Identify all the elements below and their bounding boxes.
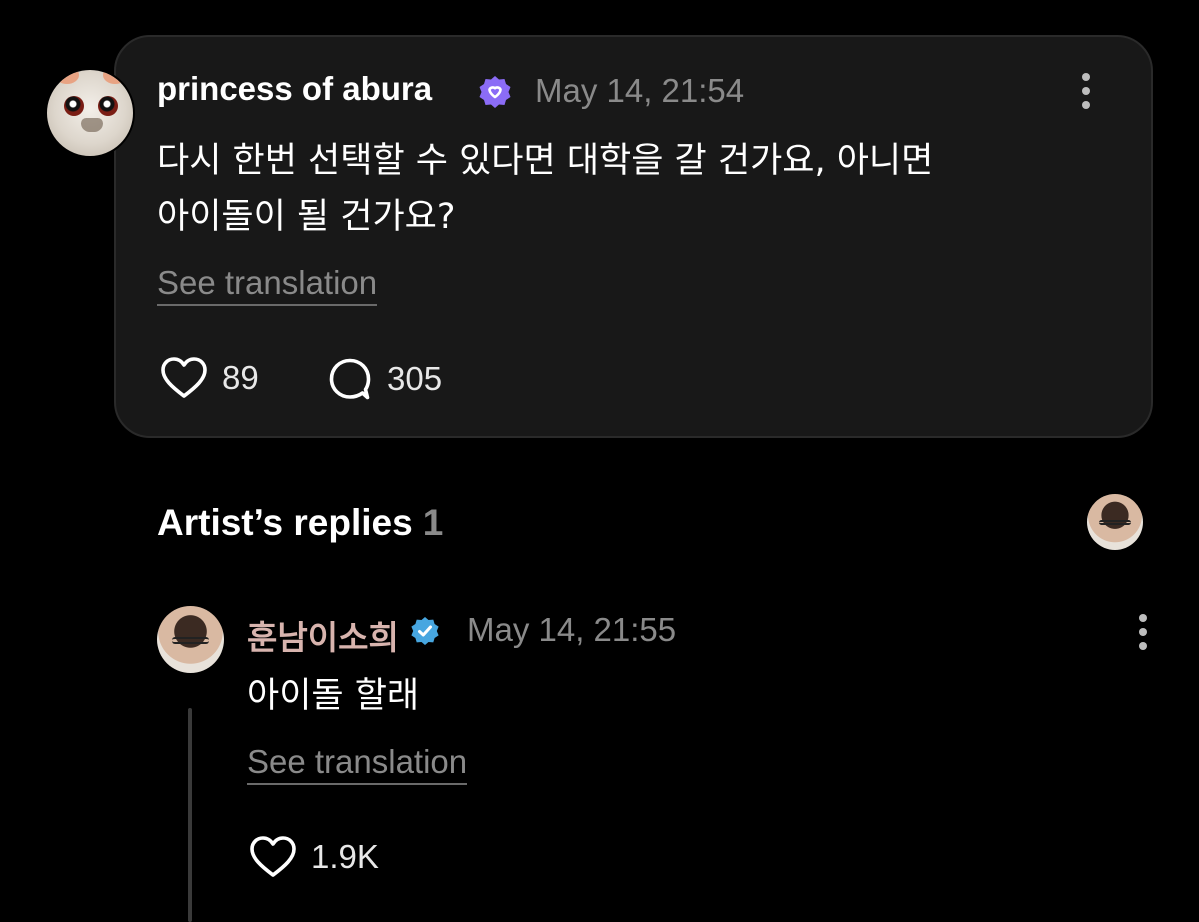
comment-bubble-icon <box>329 358 371 400</box>
post-text-line: 다시 한번 선택할 수 있다면 대학을 갈 건가요, 아니면 <box>157 141 934 181</box>
reply-timestamp: May 14, 21:55 <box>467 611 677 648</box>
avatar-ear <box>55 70 79 84</box>
artist-replies-title: Artist’s replies <box>157 502 413 543</box>
post-timestamp: May 14, 21:54 <box>535 72 745 109</box>
reply-author-avatar[interactable] <box>157 606 224 673</box>
post-text-line: 아이돌이 될 건가요? <box>157 197 456 237</box>
post-author-avatar[interactable] <box>45 68 135 158</box>
avatar-glasses <box>1099 519 1131 526</box>
artist-avatar-small[interactable] <box>1087 494 1143 550</box>
thread-line <box>188 708 192 922</box>
avatar-nose <box>81 118 103 132</box>
post-username[interactable]: princess of abura <box>157 70 432 108</box>
comment-button[interactable]: 305 <box>327 356 442 402</box>
like-count: 89 <box>222 359 259 396</box>
heart-icon <box>250 836 296 877</box>
like-button[interactable]: 1.9K <box>249 835 379 879</box>
avatar-glasses <box>171 636 210 644</box>
post-text: 다시 한번 선택할 수 있다면 대학을 갈 건가요, 아니면 아이돌이 될 건가… <box>157 133 1037 245</box>
artist-replies-heading: Artist’s replies 1 <box>157 502 443 544</box>
see-translation-link[interactable]: See translation <box>157 264 378 306</box>
more-options-icon[interactable] <box>1081 73 1091 109</box>
avatar-eye <box>64 96 84 116</box>
verified-badge-icon <box>479 76 511 108</box>
comment-count: 305 <box>387 360 443 397</box>
reply-username[interactable]: 훈남이소희 <box>247 611 399 659</box>
like-count: 1.9K <box>311 838 379 875</box>
reply-text: 아이돌 할래 <box>247 676 420 716</box>
like-button[interactable]: 89 <box>160 356 259 400</box>
see-translation-link[interactable]: See translation <box>247 743 468 785</box>
more-options-icon[interactable] <box>1138 614 1148 650</box>
artist-replies-count: 1 <box>422 502 444 543</box>
heart-icon <box>161 357 207 398</box>
avatar-eye <box>98 96 118 116</box>
verified-badge-icon <box>411 617 439 645</box>
